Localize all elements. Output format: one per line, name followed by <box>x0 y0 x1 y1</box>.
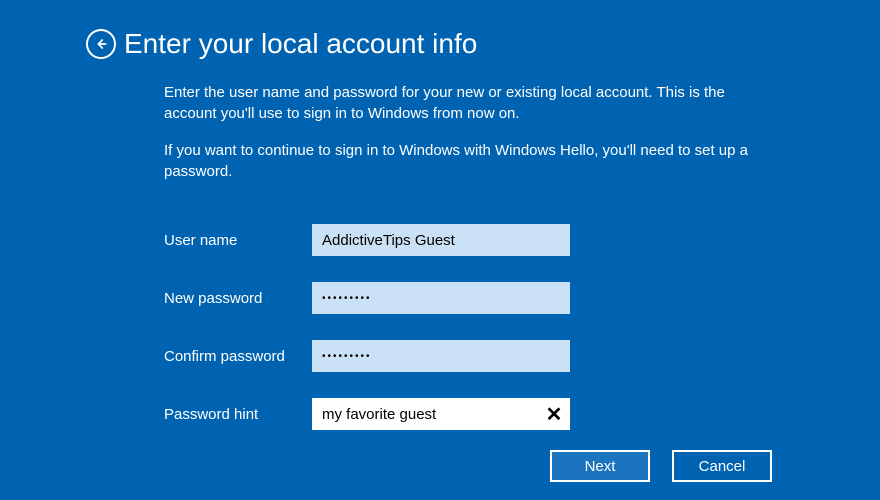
clear-hint-button[interactable]: ✕ <box>538 398 570 430</box>
description-paragraph-2: If you want to continue to sign in to Wi… <box>164 140 764 182</box>
new-password-input[interactable] <box>312 282 570 314</box>
next-button[interactable]: Next <box>550 450 650 482</box>
confirm-password-input[interactable] <box>312 340 570 372</box>
new-password-label: New password <box>164 290 312 307</box>
password-hint-label: Password hint <box>164 406 312 423</box>
back-arrow-icon <box>93 36 109 52</box>
password-hint-input[interactable] <box>312 398 570 430</box>
back-button[interactable] <box>86 29 116 59</box>
confirm-password-label: Confirm password <box>164 348 312 365</box>
page-title: Enter your local account info <box>124 28 477 60</box>
cancel-button[interactable]: Cancel <box>672 450 772 482</box>
close-icon: ✕ <box>546 402 563 427</box>
description-paragraph-1: Enter the user name and password for you… <box>164 82 764 124</box>
username-input[interactable] <box>312 224 570 256</box>
username-label: User name <box>164 232 312 249</box>
